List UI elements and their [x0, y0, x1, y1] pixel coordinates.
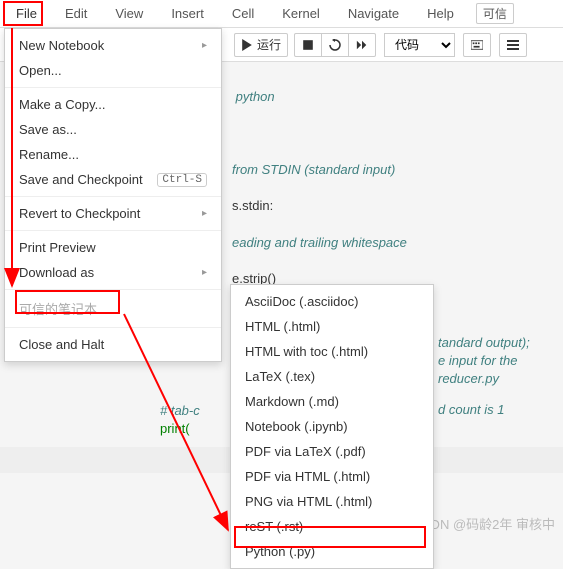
- menu-print-preview[interactable]: Print Preview: [5, 235, 221, 260]
- menu-save-checkpoint[interactable]: Save and CheckpointCtrl-S: [5, 167, 221, 192]
- separator: [5, 327, 221, 328]
- restart-icon: [329, 39, 341, 51]
- code-comment: from STDIN (standard input): [232, 161, 563, 179]
- code-comment: # tab-c: [160, 402, 200, 420]
- download-markdown[interactable]: Markdown (.md): [231, 389, 433, 414]
- menu-rename[interactable]: Rename...: [5, 142, 221, 167]
- menu-make-copy[interactable]: Make a Copy...: [5, 92, 221, 117]
- download-png-html[interactable]: PNG via HTML (.html): [231, 489, 433, 514]
- run-button[interactable]: 运行: [234, 33, 288, 57]
- download-python[interactable]: Python (.py): [231, 539, 433, 564]
- run-label: 运行: [257, 36, 281, 53]
- menu-save-as[interactable]: Save as...: [5, 117, 221, 142]
- download-pdf-html[interactable]: PDF via HTML (.html): [231, 464, 433, 489]
- menu-revert[interactable]: Revert to Checkpoint▸: [5, 201, 221, 226]
- download-pdf-latex[interactable]: PDF via LaTeX (.pdf): [231, 439, 433, 464]
- file-dropdown: New Notebook▸ Open... Make a Copy... Sav…: [4, 28, 222, 362]
- toc-button[interactable]: [499, 33, 527, 57]
- menu-open[interactable]: Open...: [5, 58, 221, 83]
- chevron-right-icon: ▸: [202, 208, 207, 219]
- menu-edit[interactable]: Edit: [51, 2, 101, 25]
- code-comment: d count is 1: [438, 402, 505, 417]
- menu-file[interactable]: File: [2, 2, 51, 25]
- menu-navigate[interactable]: Navigate: [334, 2, 413, 25]
- separator: [5, 196, 221, 197]
- menu-trusted-notebook: 可信的笔记本: [5, 294, 221, 323]
- chevron-right-icon: ▸: [202, 267, 207, 278]
- keyboard-icon: [471, 39, 483, 51]
- code-fragment2: # tab-c print(: [160, 402, 200, 438]
- play-icon: [241, 39, 253, 51]
- code-line: print(: [160, 421, 190, 436]
- code-comment: python: [232, 88, 563, 106]
- menu-cell[interactable]: Cell: [218, 2, 268, 25]
- trusted-badge: 可信: [476, 3, 514, 24]
- stop-icon: [302, 39, 314, 51]
- download-html-toc[interactable]: HTML with toc (.html): [231, 339, 433, 364]
- download-asciidoc[interactable]: AsciiDoc (.asciidoc): [231, 289, 433, 314]
- menu-help[interactable]: Help: [413, 2, 468, 25]
- code-line: s.stdin:: [232, 197, 563, 215]
- menu-kernel[interactable]: Kernel: [268, 2, 334, 25]
- menu-close-halt[interactable]: Close and Halt: [5, 332, 221, 357]
- list-icon: [507, 39, 519, 51]
- download-html[interactable]: HTML (.html): [231, 314, 433, 339]
- shortcut-label: Ctrl-S: [157, 173, 207, 187]
- menu-view[interactable]: View: [101, 2, 157, 25]
- separator: [5, 230, 221, 231]
- chevron-right-icon: ▸: [202, 40, 207, 51]
- download-latex[interactable]: LaTeX (.tex): [231, 364, 433, 389]
- code-comment: e input for the: [438, 352, 530, 370]
- download-rest[interactable]: reST (.rst): [231, 514, 433, 539]
- restart-run-button[interactable]: [348, 33, 376, 57]
- menubar: File Edit View Insert Cell Kernel Naviga…: [0, 0, 563, 28]
- menu-new-notebook[interactable]: New Notebook▸: [5, 33, 221, 58]
- fast-forward-icon: [356, 39, 368, 51]
- menu-insert[interactable]: Insert: [157, 2, 218, 25]
- download-as-submenu: AsciiDoc (.asciidoc) HTML (.html) HTML w…: [230, 284, 434, 569]
- celltype-select[interactable]: 代码: [384, 33, 455, 57]
- download-notebook[interactable]: Notebook (.ipynb): [231, 414, 433, 439]
- command-palette-button[interactable]: [463, 33, 491, 57]
- stop-button[interactable]: [294, 33, 322, 57]
- code-comment: tandard output);: [438, 334, 530, 352]
- separator: [5, 87, 221, 88]
- code-comment: eading and trailing whitespace: [232, 234, 563, 252]
- restart-button[interactable]: [321, 33, 349, 57]
- separator: [5, 289, 221, 290]
- code-fragment: tandard output); e input for the reducer…: [438, 334, 530, 389]
- menu-download-as[interactable]: Download as▸: [5, 260, 221, 285]
- code-comment: reducer.py: [438, 370, 530, 388]
- code-fragment3: d count is 1: [438, 402, 505, 417]
